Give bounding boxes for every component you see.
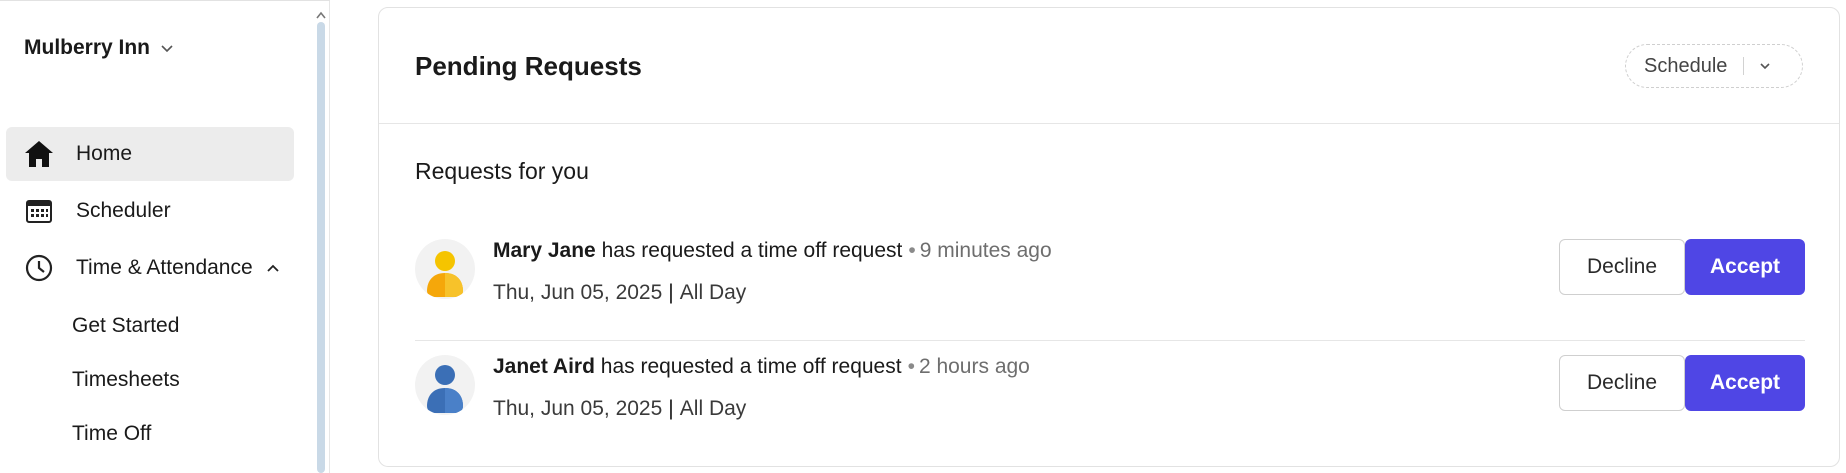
nav-item-label: Scheduler	[76, 199, 171, 222]
detail-divider: |	[668, 281, 674, 304]
clock-icon	[22, 251, 56, 285]
avatar	[415, 355, 475, 415]
sidebar: Mulberry Inn Home Scheduler Time & Atten…	[0, 0, 330, 473]
nav-item-label: Time & Attendance	[76, 256, 253, 279]
request-item: Janet Aird has requested a time off requ…	[415, 340, 1805, 448]
schedule-filter-dropdown[interactable]: Schedule	[1625, 44, 1803, 88]
chevron-down-icon	[1758, 59, 1772, 73]
request-time-ago: 2 hours ago	[918, 355, 1030, 378]
org-switcher[interactable]: Mulberry Inn	[24, 36, 174, 60]
request-action: has requested a time off request	[600, 355, 902, 378]
chevron-up-icon[interactable]	[265, 260, 281, 276]
nav-item-home[interactable]: Home	[6, 127, 294, 181]
chevron-down-icon	[160, 41, 174, 55]
separator-dot: •	[908, 239, 916, 262]
decline-button[interactable]: Decline	[1559, 239, 1685, 295]
sidebar-scrollbar[interactable]	[314, 0, 328, 473]
sub-item-time-off[interactable]: Time Off	[72, 422, 151, 446]
request-details: Thu, Jun 05, 2025 | All Day	[493, 281, 746, 305]
calendar-icon	[22, 194, 56, 228]
accept-button[interactable]: Accept	[1685, 239, 1805, 295]
detail-divider: |	[668, 397, 674, 420]
scroll-up-arrow-icon[interactable]	[316, 6, 326, 19]
request-action: has requested a time off request	[601, 239, 903, 262]
separator-dot: •	[907, 355, 915, 378]
sub-item-get-started[interactable]: Get Started	[72, 314, 179, 338]
decline-button[interactable]: Decline	[1559, 355, 1685, 411]
schedule-filter-label: Schedule	[1644, 54, 1728, 77]
nav-item-time-attendance[interactable]: Time & Attendance	[6, 241, 294, 295]
requester-name: Janet Aird	[493, 355, 595, 378]
pending-requests-card: Pending Requests Schedule Requests for y…	[378, 7, 1840, 467]
sub-item-timesheets[interactable]: Timesheets	[72, 368, 180, 392]
dropdown-divider	[1743, 57, 1745, 75]
request-summary: Janet Aird has requested a time off requ…	[493, 355, 1030, 379]
request-duration: All Day	[679, 397, 747, 420]
request-details: Thu, Jun 05, 2025 | All Day	[493, 397, 746, 421]
request-date: Thu, Jun 05, 2025	[493, 397, 663, 420]
card-header: Pending Requests Schedule	[379, 8, 1839, 124]
card-title: Pending Requests	[415, 51, 642, 81]
avatar	[415, 239, 475, 299]
request-time-ago: 9 minutes ago	[919, 239, 1052, 262]
nav-item-scheduler[interactable]: Scheduler	[6, 184, 294, 238]
requester-name: Mary Jane	[493, 239, 596, 262]
request-item: Mary Jane has requested a time off reque…	[415, 225, 1805, 333]
scrollbar-thumb[interactable]	[317, 22, 325, 473]
request-duration: All Day	[679, 281, 747, 304]
request-date: Thu, Jun 05, 2025	[493, 281, 663, 304]
nav-item-label: Home	[76, 142, 133, 165]
accept-button[interactable]: Accept	[1685, 355, 1805, 411]
org-name: Mulberry Inn	[24, 36, 151, 59]
home-icon	[22, 137, 56, 171]
top-divider	[0, 0, 330, 1]
request-summary: Mary Jane has requested a time off reque…	[493, 239, 1052, 263]
section-title: Requests for you	[415, 158, 589, 184]
